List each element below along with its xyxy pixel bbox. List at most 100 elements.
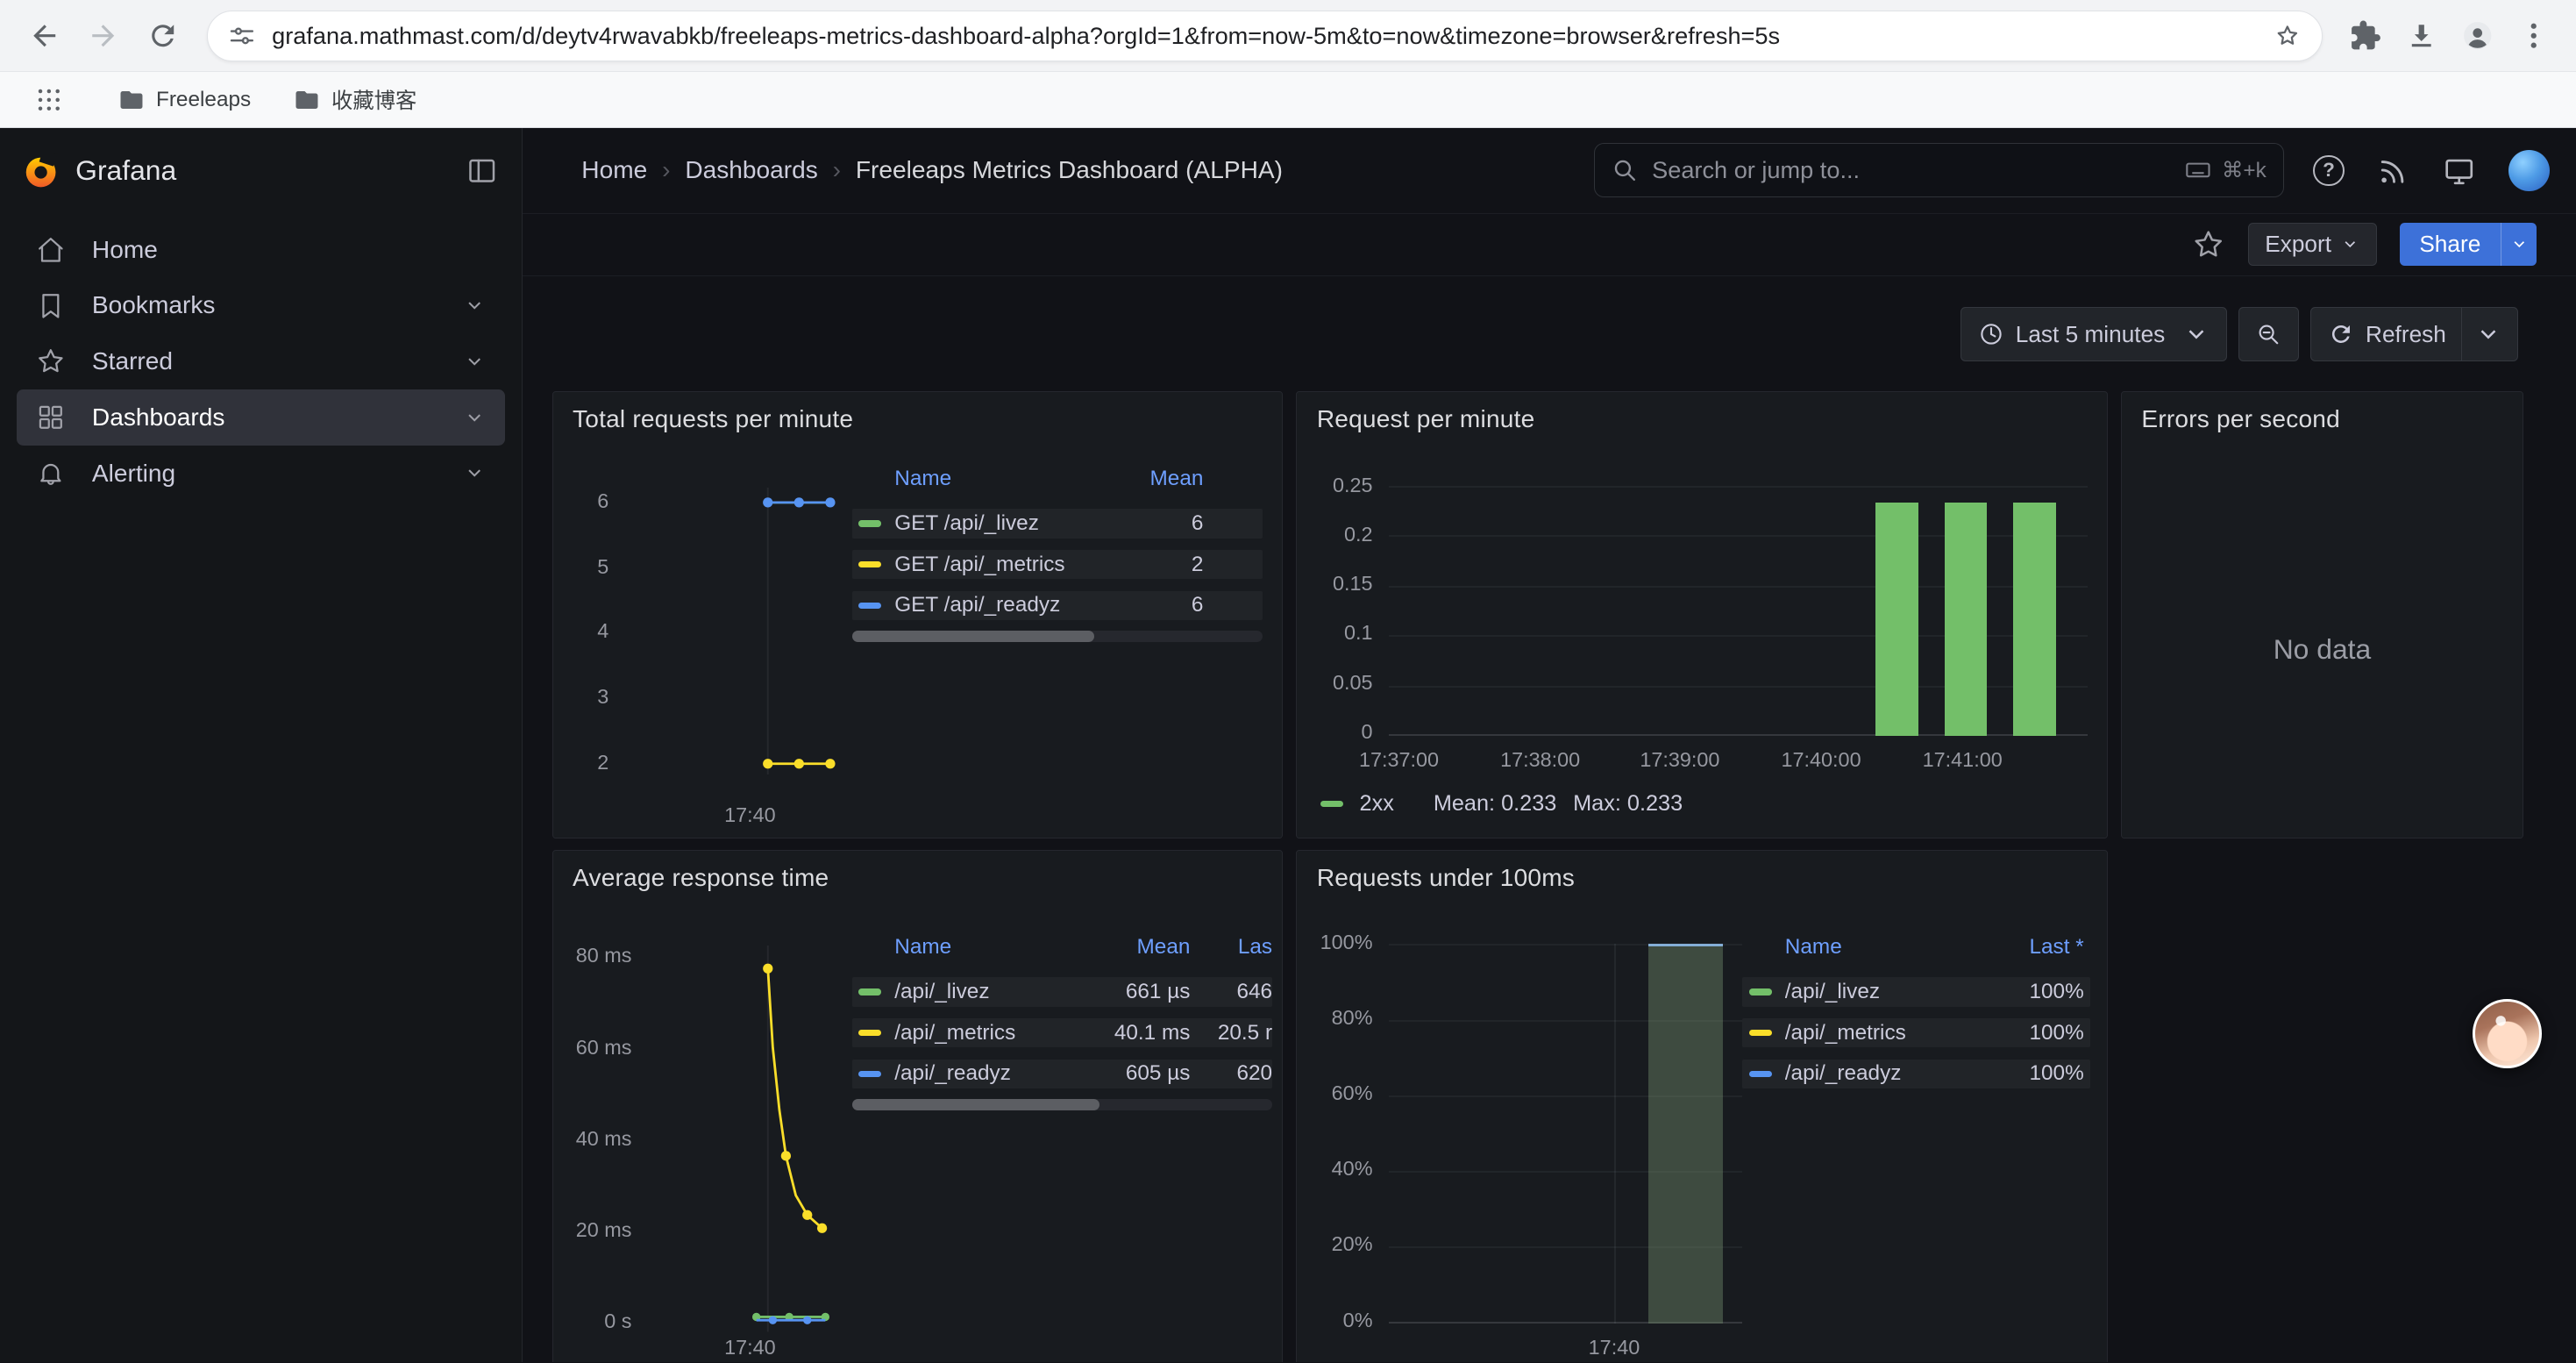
refresh-button[interactable]: Refresh [2310,307,2518,361]
y-tick: 2 [566,750,609,776]
panel-title[interactable]: Request per minute [1317,405,1535,433]
apps-grid-button[interactable] [23,74,75,126]
chevron-down-icon [2183,321,2210,347]
series-last: 646 [1197,980,1272,1004]
series-name[interactable]: /api/_readyz [894,1061,1088,1086]
clock-icon [1978,321,2004,347]
x-tick: 17:40 [717,803,783,829]
share-button[interactable]: Share [2400,223,2501,266]
chevron-down-icon [2475,321,2501,347]
browser-menu-button[interactable] [2507,10,2559,62]
chevron-down-icon[interactable] [464,407,485,428]
series-last: 20.5 r [1197,1021,1272,1045]
legend-col-name[interactable]: Name [894,467,1121,491]
bookmark-star-icon[interactable] [2273,21,2302,51]
sidebar-item-starred[interactable]: Starred [17,333,505,389]
legend-scrollbar-thumb[interactable] [852,631,1094,642]
bookmark-icon [36,291,66,321]
omnibox[interactable] [207,11,2323,61]
legend-col-name[interactable]: Name [1785,935,1992,960]
kiosk-mode-button[interactable] [2443,154,2475,187]
series-name[interactable]: GET /api/_livez [894,511,1121,536]
series-mean: 40.1 ms [1088,1021,1190,1045]
time-controls: Last 5 minutes Refresh [1960,307,2518,361]
series-swatch [858,603,881,609]
panel-title[interactable]: Errors per second [2141,405,2339,433]
help-button[interactable] [2313,155,2345,187]
sidebar-item-home[interactable]: Home [17,222,505,278]
panel-title[interactable]: Requests under 100ms [1317,864,1575,892]
search-box[interactable]: ⌘+k [1594,143,2284,197]
series-swatch [858,1030,881,1036]
series-name[interactable]: /api/_livez [894,980,1088,1004]
chevron-down-icon[interactable] [464,462,485,483]
series-name[interactable]: 2xx [1360,791,1394,817]
series-mean: 661 µs [1088,980,1190,1004]
legend-scrollbar[interactable] [852,631,1263,642]
panel-total-requests: Total requests per minute 6 5 4 3 2 17:4… [552,391,1284,838]
x-tick: 17:39:00 [1622,747,1737,774]
time-range-picker[interactable]: Last 5 minutes [1960,307,2227,361]
search-input[interactable] [1639,156,2184,184]
legend-col-last[interactable]: Last * [1992,935,2084,960]
sidebar-toggle-button[interactable] [466,154,498,187]
share-menu-button[interactable] [2501,223,2537,266]
star-icon [2192,228,2224,260]
grafana-logo-icon[interactable] [23,153,59,189]
browser-profile-button[interactable] [2451,10,2504,62]
series-mean: 6 [1121,511,1204,536]
reload-button[interactable] [135,8,191,64]
news-button[interactable] [2377,154,2409,187]
dock-sidebar-icon [466,154,498,187]
y-tick: 0.15 [1304,571,1373,597]
favorite-dashboard-button[interactable] [2192,228,2224,260]
chevron-down-icon[interactable] [464,295,485,316]
series-swatch [858,561,881,567]
sidebar-item-dashboards[interactable]: Dashboards [17,389,505,446]
downloads-button[interactable] [2395,10,2448,62]
sidebar-item-label: Starred [92,347,173,375]
site-info-icon[interactable] [228,22,256,50]
y-tick: 80 ms [556,943,631,969]
extensions-button[interactable] [2339,10,2392,62]
panel-title[interactable]: Average response time [573,864,829,892]
breadcrumb-dashboards[interactable]: Dashboards [685,156,817,184]
series-name[interactable]: GET /api/_readyz [894,593,1121,617]
user-profile-button[interactable] [2508,150,2550,191]
series-last: 100% [1992,1061,2084,1086]
y-tick: 0.05 [1304,670,1373,696]
zoom-out-button[interactable] [2238,307,2299,361]
legend-col-mean[interactable]: Mean [1088,935,1190,960]
series-name[interactable]: /api/_livez [1785,980,1992,1004]
breadcrumb-home[interactable]: Home [581,156,647,184]
legend-scrollbar-thumb[interactable] [852,1099,1100,1110]
legend-scrollbar[interactable] [852,1099,1273,1110]
series-name[interactable]: /api/_metrics [894,1021,1088,1045]
series-name[interactable]: GET /api/_metrics [894,553,1121,577]
assistant-avatar[interactable] [2473,999,2542,1068]
export-button[interactable]: Export [2248,223,2377,266]
y-tick: 4 [566,618,609,645]
legend-col-name[interactable]: Name [894,935,1088,960]
y-tick: 0.1 [1304,620,1373,646]
bookmark-folder-blogs[interactable]: 收藏博客 [294,84,416,115]
zoom-out-icon [2255,321,2281,347]
rpm-bars [1875,486,2056,736]
bookmark-folder-freeleaps[interactable]: Freeleaps [118,87,251,113]
series-name[interactable]: /api/_readyz [1785,1061,1992,1086]
bar-chart [1389,486,2087,736]
panel-title[interactable]: Total requests per minute [573,405,853,433]
url-input[interactable] [255,22,2273,50]
sidebar-item-bookmarks[interactable]: Bookmarks [17,278,505,334]
sidebar-item-alerting[interactable]: Alerting [17,446,505,502]
legend-col-mean[interactable]: Mean [1121,467,1204,491]
chevron-down-icon[interactable] [464,351,485,372]
bar-chart [1389,944,1742,1324]
legend-col-last[interactable]: Las [1197,935,1272,960]
refresh-interval-button[interactable] [2461,308,2501,360]
back-button[interactable] [17,8,73,64]
y-tick: 60 ms [556,1035,631,1061]
bookmark-label: Freeleaps [156,88,251,112]
forward-button[interactable] [75,8,132,64]
series-name[interactable]: /api/_metrics [1785,1021,1992,1045]
